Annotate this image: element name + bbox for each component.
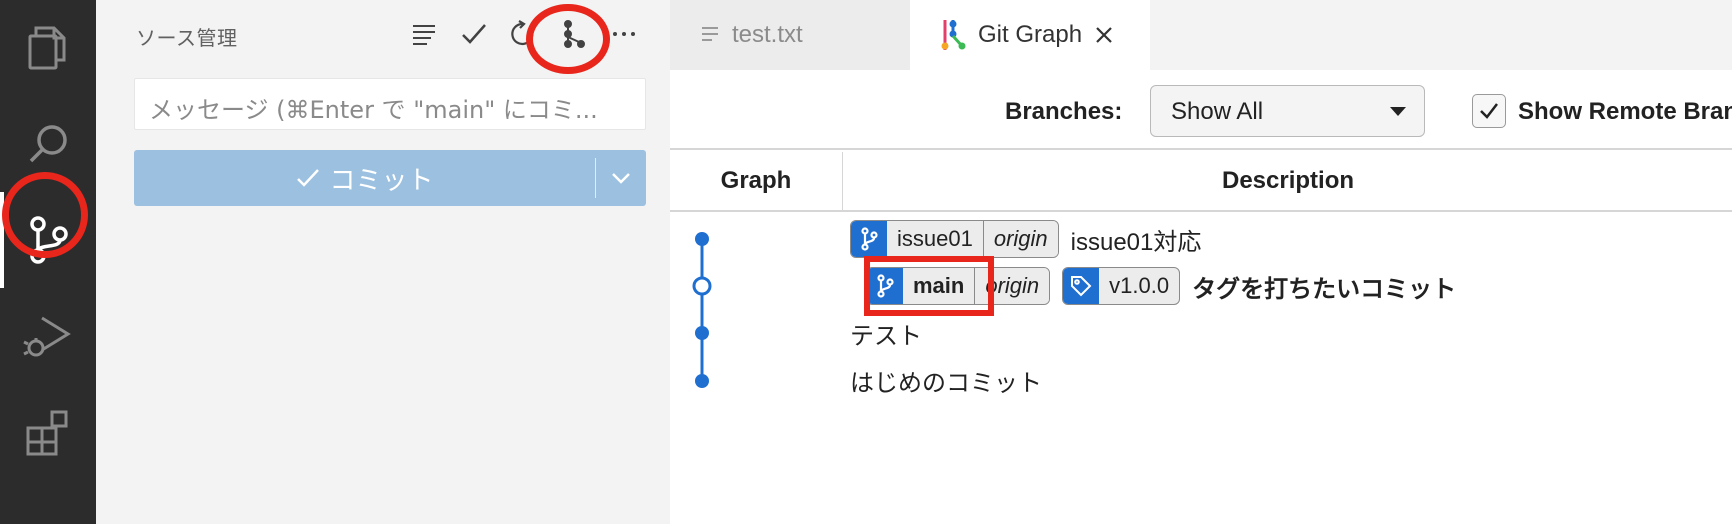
- commit-main-button[interactable]: コミット: [134, 160, 595, 197]
- explorer-icon[interactable]: [0, 0, 96, 96]
- git-graph-icon: [941, 20, 966, 50]
- tab-bar: test.txt Git Graph: [670, 0, 1732, 70]
- table-row[interactable]: はじめのコミット: [850, 357, 1042, 403]
- remote-name: origin: [982, 221, 1058, 257]
- tab-test-txt[interactable]: test.txt: [670, 0, 910, 70]
- tab-label: Git Graph: [978, 21, 1083, 48]
- lines-icon: [702, 27, 718, 41]
- chevron-down-icon: [612, 173, 630, 184]
- commit-node[interactable]: [695, 374, 709, 388]
- commit-node[interactable]: [695, 326, 709, 340]
- caret-down-icon: [1390, 107, 1406, 116]
- check-icon: [462, 24, 486, 44]
- tag-icon: [1071, 276, 1092, 297]
- tab-git-graph[interactable]: Git Graph: [910, 0, 1150, 70]
- graph-table-header: Graph Description: [670, 152, 1732, 212]
- commit-message: issue01対応: [1070, 228, 1202, 256]
- close-icon[interactable]: [1094, 25, 1114, 45]
- show-remote-label: Show Remote Branches: [1518, 98, 1732, 125]
- column-header-graph: Graph: [670, 152, 843, 210]
- commit-check-button[interactable]: [454, 14, 494, 54]
- commit-message-input[interactable]: メッセージ (⌘Enter で "main" にコミ...: [134, 78, 646, 130]
- commit-dropdown-button[interactable]: [596, 150, 646, 206]
- highlight-circle-git-graph-button: [526, 4, 610, 74]
- highlight-circle-source-control: [2, 172, 88, 258]
- run-debug-icon[interactable]: [0, 288, 96, 384]
- highlight-box-main-branch: [864, 256, 994, 316]
- commit-node[interactable]: [695, 232, 709, 246]
- editor-area: test.txt Git Graph Branches: Show All Sh…: [670, 0, 1732, 524]
- branch-name: issue01: [897, 226, 973, 251]
- table-row[interactable]: テスト: [850, 310, 922, 356]
- commit-message: タグを打ちたいコミット: [1192, 275, 1457, 303]
- tab-label: test.txt: [732, 21, 803, 48]
- commit-graph: [692, 232, 712, 388]
- tag-ref[interactable]: v1.0.0: [1062, 267, 1181, 305]
- check-icon: [297, 169, 320, 187]
- panel-title: ソース管理: [136, 28, 238, 50]
- branch-icon: [861, 227, 878, 251]
- commit-label: コミット: [329, 165, 434, 196]
- commit-node-head[interactable]: [692, 276, 712, 296]
- commit-message: テスト: [850, 322, 922, 350]
- source-control-panel: ソース管理 メッセージ (⌘Enter で "main" にコミ... コミット: [96, 0, 670, 524]
- activity-bar: [0, 0, 96, 524]
- list-icon: [413, 25, 435, 45]
- branches-label: Branches:: [1005, 98, 1123, 125]
- graph-controls: Branches: Show All Show Remote Branches: [670, 70, 1732, 150]
- show-remote-checkbox[interactable]: [1472, 94, 1506, 128]
- branch-ref-issue01[interactable]: issue01 origin: [850, 220, 1059, 258]
- view-as-tree-button[interactable]: [404, 14, 444, 54]
- branches-dropdown[interactable]: Show All: [1150, 85, 1425, 137]
- branches-selected-value: Show All: [1171, 98, 1264, 125]
- commit-button[interactable]: コミット: [134, 150, 646, 206]
- extensions-icon[interactable]: [0, 384, 96, 480]
- more-actions-button[interactable]: [604, 14, 644, 54]
- column-header-description: Description: [1221, 167, 1355, 194]
- ellipsis-icon: [613, 32, 635, 36]
- commit-message: はじめのコミット: [850, 369, 1042, 397]
- checkmark-icon: [1480, 103, 1498, 119]
- tag-name: v1.0.0: [1109, 273, 1170, 298]
